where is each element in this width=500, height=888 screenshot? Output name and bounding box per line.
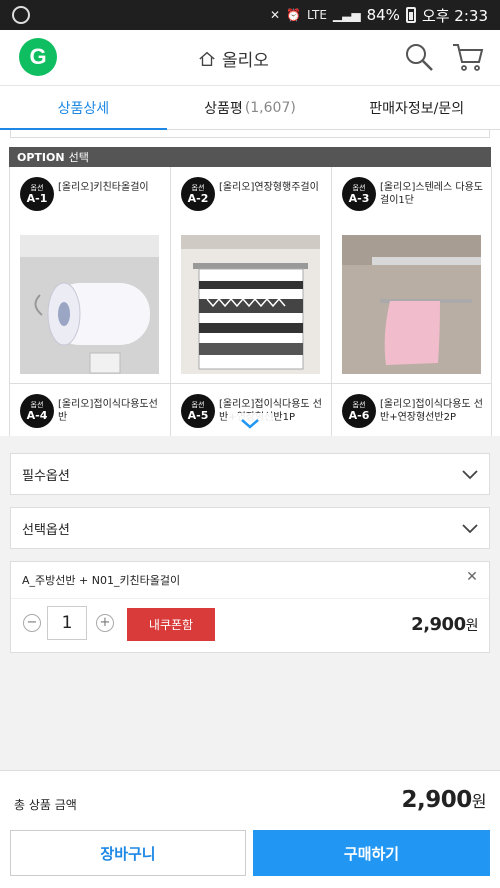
badge-code: A-3 xyxy=(348,191,370,205)
badge-code: A-6 xyxy=(348,408,370,422)
option-badge: 옵션 A-1 xyxy=(20,177,54,211)
tab-reviews[interactable]: 상품평 (1,607) xyxy=(167,86,334,129)
badge-code: A-5 xyxy=(187,408,209,422)
option-badge: 옵션 A-3 xyxy=(342,177,376,211)
app-header: G 올리오 xyxy=(0,30,500,86)
option-badge: 옵션 A-5 xyxy=(181,394,215,428)
product-photo xyxy=(342,235,481,374)
option-card-a1: 옵션 A-1 [올리오]키친타올걸이 xyxy=(10,167,171,384)
buy-now-button[interactable]: 구매하기 xyxy=(253,830,490,876)
product-detail-content: OPTION 선택 옵션 A-1 [올리오]키친타올걸이 옵션 A-2 [올리오… xyxy=(0,130,500,436)
product-photo xyxy=(20,235,159,374)
product-tabs: 상품상세 상품평 (1,607) 판매자정보/문의 xyxy=(0,86,500,130)
page-title: 올리오 xyxy=(222,51,269,71)
select-label: 선택옵션 xyxy=(22,522,70,538)
option-name: [올리오]연장형행주걸이 xyxy=(219,182,319,193)
option-badge: 옵션 A-4 xyxy=(20,394,54,428)
my-coupon-button[interactable]: 내쿠폰함 xyxy=(127,608,215,641)
tab-label: 판매자정보/문의 xyxy=(369,100,465,117)
clock: 오후 2:33 xyxy=(421,6,488,25)
total-price: 2,900원 xyxy=(402,787,487,813)
network-type: LTE xyxy=(306,8,327,22)
option-card-a2: 옵션 A-2 [올리오]연장형행주걸이 xyxy=(171,167,332,384)
quantity-increase-button[interactable]: + xyxy=(96,614,114,632)
option-header-label: OPTION xyxy=(17,150,65,164)
tab-label: 상품평 xyxy=(204,100,243,117)
option-name: [올리오]스텐레스 다용도걸이1단 xyxy=(380,182,483,206)
selected-item-name: A_주방선반 + N01_키친타올걸이 xyxy=(22,574,181,587)
option-card-a6: 옵션 A-6 [올리오]접이식다용도 선반+연장형선반2P xyxy=(332,384,492,436)
mute-icon: ✕ xyxy=(269,8,280,22)
tab-seller-info[interactable]: 판매자정보/문의 xyxy=(333,86,500,129)
app-notification-icon xyxy=(12,6,30,24)
price-value: 2,900 xyxy=(411,614,466,635)
option-grid: 옵션 A-1 [올리오]키친타올걸이 옵션 A-2 [올리오]연장형행주걸이 옵… xyxy=(9,167,492,436)
option-card-a4: 옵션 A-4 [올리오]접이식다용도선반 xyxy=(10,384,171,436)
badge-code: A-4 xyxy=(26,408,48,422)
battery-percent: 84% xyxy=(366,6,400,24)
badge-code: A-2 xyxy=(187,191,209,205)
add-to-cart-button[interactable]: 장바구니 xyxy=(10,830,246,876)
option-card-a3: 옵션 A-3 [올리오]스텐레스 다용도걸이1단 xyxy=(332,167,492,384)
select-label: 필수옵션 xyxy=(22,468,70,484)
tab-product-detail[interactable]: 상품상세 xyxy=(0,86,167,130)
chevron-down-icon xyxy=(462,470,478,480)
tab-label: 상품상세 xyxy=(57,100,110,117)
quantity-input[interactable]: 1 xyxy=(47,606,87,640)
price-unit: 원 xyxy=(465,618,479,634)
quantity-decrease-button[interactable]: − xyxy=(23,614,41,632)
badge-top: 옵션 xyxy=(352,183,366,192)
total-value: 2,900 xyxy=(401,787,473,813)
review-count: (1,607) xyxy=(244,99,296,116)
option-badge: 옵션 A-2 xyxy=(181,177,215,211)
product-photo xyxy=(181,235,320,374)
store-title[interactable]: 올리오 xyxy=(198,46,269,71)
chevron-down-icon xyxy=(462,524,478,534)
alarm-icon: ⏰ xyxy=(286,8,301,22)
total-label: 총 상품 금액 xyxy=(14,798,77,812)
option-name: [올리오]접이식다용도 선반+연장형선반2P xyxy=(380,399,483,423)
badge-code: A-1 xyxy=(26,191,48,205)
battery-icon xyxy=(405,7,416,23)
option-header-sub: 선택 xyxy=(68,151,89,164)
badge-top: 옵션 xyxy=(191,183,205,192)
badge-top: 옵션 xyxy=(30,400,44,409)
search-icon[interactable] xyxy=(404,42,434,72)
option-name: [올리오]키친타올걸이 xyxy=(58,182,149,193)
home-icon xyxy=(199,51,215,66)
cart-icon[interactable] xyxy=(452,42,484,72)
gmarket-logo[interactable]: G xyxy=(19,38,57,76)
badge-top: 옵션 xyxy=(352,400,366,409)
item-price: 2,900원 xyxy=(411,614,478,635)
divider xyxy=(11,598,489,599)
badge-top: 옵션 xyxy=(30,183,44,192)
option-name: [올리오]접이식다용도선반 xyxy=(58,399,158,423)
total-unit: 원 xyxy=(471,792,487,811)
badge-top: 옵션 xyxy=(191,400,205,409)
order-footer: 총 상품 금액 2,900원 장바구니 구매하기 xyxy=(0,770,500,888)
optional-option-select[interactable]: 선택옵션 xyxy=(10,507,490,549)
divider xyxy=(10,130,490,138)
status-bar: ✕ ⏰ LTE ▁▃▅ 84% 오후 2:33 xyxy=(0,0,500,30)
signal-icon: ▁▃▅ xyxy=(332,8,361,22)
close-icon[interactable]: ✕ xyxy=(465,570,479,584)
collapse-panel-chevron-icon[interactable] xyxy=(228,413,272,435)
required-option-select[interactable]: 필수옵션 xyxy=(10,453,490,495)
selected-item: A_주방선반 + N01_키친타올걸이 ✕ − 1 + 내쿠폰함 2,900원 xyxy=(10,561,490,653)
option-badge: 옵션 A-6 xyxy=(342,394,376,428)
option-section-header: OPTION 선택 xyxy=(9,147,491,167)
